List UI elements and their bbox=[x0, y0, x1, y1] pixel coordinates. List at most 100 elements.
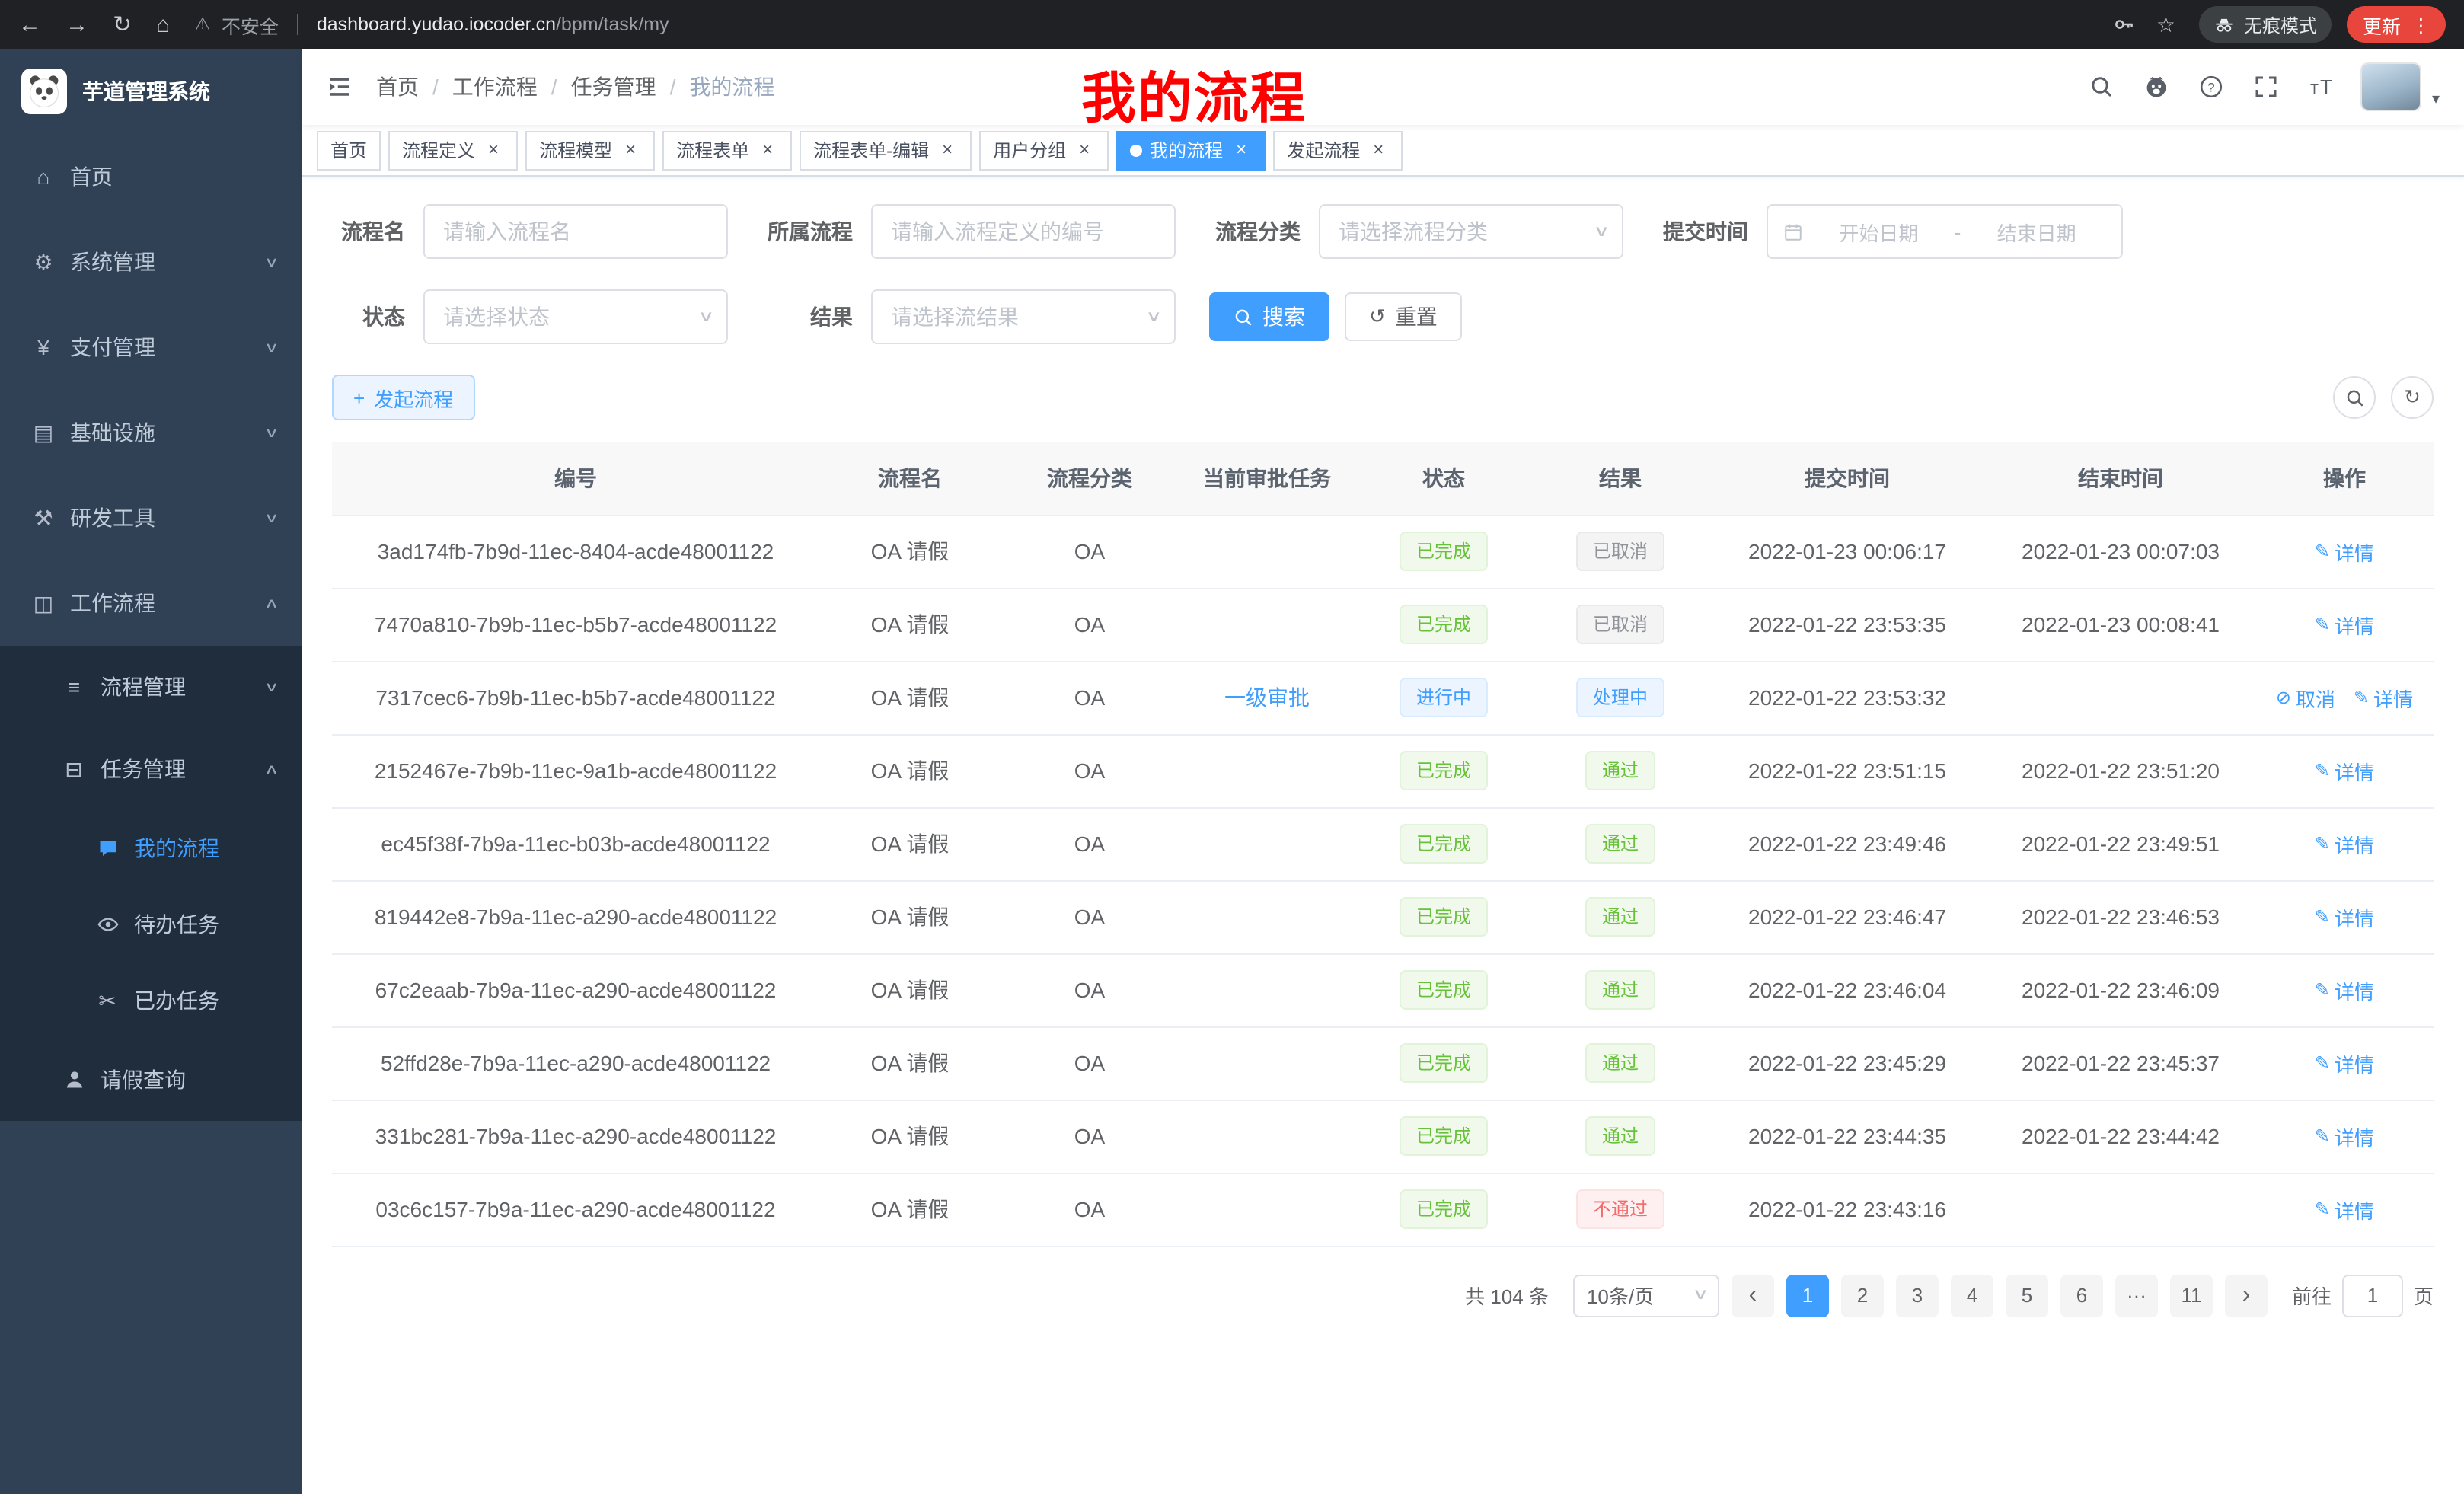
detail-action-link[interactable]: ✎详情 bbox=[2354, 683, 2413, 712]
github-icon[interactable] bbox=[2143, 72, 2172, 101]
update-button[interactable]: 更新 ⋮ bbox=[2348, 6, 2446, 43]
goto-page-input[interactable] bbox=[2342, 1274, 2403, 1317]
search-icon bbox=[2344, 388, 2364, 407]
pager-ellipsis[interactable]: ··· bbox=[2115, 1274, 2158, 1317]
detail-action-link[interactable]: ✎详情 bbox=[2315, 610, 2374, 639]
process-name-input[interactable] bbox=[423, 204, 728, 259]
tab-close-icon[interactable]: × bbox=[937, 139, 958, 161]
start-process-button[interactable]: + 发起流程 bbox=[332, 375, 474, 420]
process-definition-input[interactable] bbox=[871, 204, 1176, 259]
row-actions: ⊘取消 ✎详情 bbox=[2255, 661, 2434, 734]
detail-action-link[interactable]: ✎详情 bbox=[2315, 975, 2374, 1004]
status-select[interactable]: 请选择状态 ∨ bbox=[423, 289, 728, 344]
tab-用户分组[interactable]: 用户分组× bbox=[979, 130, 1109, 170]
sidebar-item-6[interactable]: ◫工作流程∧ bbox=[0, 560, 302, 646]
sidebar-item-8[interactable]: ⊟任务管理∧ bbox=[0, 728, 302, 810]
address-bar[interactable]: ⚠ 不安全 dashboard.yudao.iocoder.cn/bpm/tas… bbox=[194, 10, 2175, 39]
prev-page-button[interactable]: ‹ bbox=[1732, 1274, 1774, 1317]
cancel-action-link[interactable]: ⊘取消 bbox=[2276, 683, 2335, 712]
tab-首页[interactable]: 首页 bbox=[317, 130, 381, 170]
tab-close-icon[interactable]: × bbox=[757, 139, 778, 161]
page-button-11[interactable]: 11 bbox=[2170, 1274, 2213, 1317]
refresh-button[interactable]: ↻ bbox=[2391, 376, 2434, 419]
detail-action-link[interactable]: ✎详情 bbox=[2315, 537, 2374, 566]
tab-close-icon[interactable]: × bbox=[1368, 139, 1389, 161]
submit-time-range-picker[interactable]: 开始日期 - 结束日期 bbox=[1767, 204, 2123, 259]
detail-action-link[interactable]: ✎详情 bbox=[2315, 756, 2374, 785]
hamburger-icon[interactable] bbox=[326, 73, 353, 101]
sidebar-item-12[interactable]: 请假查询 bbox=[0, 1039, 302, 1121]
table-row: 331bc281-7b9a-11ec-a290-acde48001122OA 请… bbox=[332, 1100, 2434, 1173]
tab-流程表单[interactable]: 流程表单× bbox=[662, 130, 792, 170]
sidebar-item-2[interactable]: ⚙系统管理∨ bbox=[0, 219, 302, 305]
fullscreen-icon[interactable] bbox=[2252, 72, 2281, 101]
detail-action-link[interactable]: ✎详情 bbox=[2315, 829, 2374, 858]
tab-close-icon[interactable]: × bbox=[1074, 139, 1095, 161]
sidebar-item-3[interactable]: ¥支付管理∨ bbox=[0, 305, 302, 390]
sidebar-item-1[interactable]: ⌂首页 bbox=[0, 134, 302, 219]
font-size-icon[interactable]: TT bbox=[2307, 72, 2336, 101]
reset-button[interactable]: ↺ 重置 bbox=[1345, 292, 1462, 341]
category-field: 流程分类 请选择流程分类 ∨ bbox=[1209, 204, 1623, 259]
reload-icon[interactable]: ↻ bbox=[113, 11, 132, 38]
tab-close-icon[interactable]: × bbox=[620, 139, 641, 161]
edit-icon: ✎ bbox=[2354, 687, 2369, 708]
avatar[interactable] bbox=[2362, 64, 2420, 110]
category-select[interactable]: 请选择流程分类 ∨ bbox=[1319, 204, 1623, 259]
detail-action-link[interactable]: ✎详情 bbox=[2315, 902, 2374, 931]
tab-label: 流程表单-编辑 bbox=[813, 137, 929, 163]
page-button-4[interactable]: 4 bbox=[1951, 1274, 1993, 1317]
row-end-time bbox=[1986, 1173, 2255, 1246]
kebab-menu-icon[interactable]: ⋮ bbox=[2411, 13, 2430, 36]
breadcrumb-separator: / bbox=[551, 75, 557, 99]
incognito-badge: 无痕模式 bbox=[2200, 6, 2332, 43]
tab-流程模型[interactable]: 流程模型× bbox=[525, 130, 655, 170]
next-page-button[interactable]: › bbox=[2225, 1274, 2268, 1317]
detail-action-link[interactable]: ✎详情 bbox=[2315, 1195, 2374, 1224]
page-button-1[interactable]: 1 bbox=[1786, 1274, 1829, 1317]
breadcrumb-item[interactable]: 任务管理 bbox=[571, 72, 656, 102]
sidebar-item-5[interactable]: ⚒研发工具∨ bbox=[0, 475, 302, 560]
tab-close-icon[interactable]: × bbox=[1230, 139, 1252, 161]
search-icon[interactable] bbox=[2088, 72, 2117, 101]
back-icon[interactable]: ← bbox=[18, 11, 41, 37]
tab-close-icon[interactable]: × bbox=[483, 139, 504, 161]
search-button[interactable]: 搜索 bbox=[1209, 292, 1329, 341]
page-button-3[interactable]: 3 bbox=[1896, 1274, 1939, 1317]
detail-action-link[interactable]: ✎详情 bbox=[2315, 1049, 2374, 1077]
result-select[interactable]: 请选择流结果 ∨ bbox=[871, 289, 1176, 344]
detail-action-link[interactable]: ✎详情 bbox=[2315, 1122, 2374, 1151]
page-button-6[interactable]: 6 bbox=[2060, 1274, 2103, 1317]
detail-action-label: 详情 bbox=[2335, 975, 2374, 1004]
sidebar-item-11[interactable]: ✂已办任务 bbox=[0, 962, 302, 1039]
sidebar-item-9[interactable]: 我的流程 bbox=[0, 810, 302, 886]
tab-流程表单-编辑[interactable]: 流程表单-编辑 × bbox=[800, 130, 972, 170]
sidebar-item-10[interactable]: 待办任务 bbox=[0, 886, 302, 962]
forward-icon[interactable]: → bbox=[65, 11, 88, 37]
filter-row-1: 流程名 所属流程 流程分类 请选择流程分类 ∨ bbox=[332, 204, 2434, 259]
process-name-label: 流程名 bbox=[332, 216, 405, 247]
sidebar-item-4[interactable]: ▤基础设施∨ bbox=[0, 390, 302, 475]
page-button-2[interactable]: 2 bbox=[1841, 1274, 1884, 1317]
star-icon[interactable]: ☆ bbox=[2156, 11, 2175, 37]
row-result: 不通过 bbox=[1532, 1173, 1709, 1246]
page-button-5[interactable]: 5 bbox=[2006, 1274, 2048, 1317]
tab-发起流程[interactable]: 发起流程× bbox=[1273, 130, 1403, 170]
tab-我的流程[interactable]: 我的流程× bbox=[1116, 130, 1266, 170]
row-category: OA bbox=[1001, 807, 1179, 880]
chevron-down-icon[interactable]: ▾ bbox=[2432, 91, 2440, 108]
breadcrumb-item[interactable]: 工作流程 bbox=[452, 72, 538, 102]
table-row: 67c2eaab-7b9a-11ec-a290-acde48001122OA 请… bbox=[332, 953, 2434, 1026]
page-size-select[interactable]: 10条/页 ∨ bbox=[1573, 1274, 1719, 1317]
row-category: OA bbox=[1001, 880, 1179, 953]
tab-流程定义[interactable]: 流程定义× bbox=[388, 130, 518, 170]
sidebar-item-7[interactable]: ≡流程管理∨ bbox=[0, 646, 302, 728]
browser-home-icon[interactable]: ⌂ bbox=[156, 11, 170, 37]
help-icon[interactable]: ? bbox=[2197, 72, 2226, 101]
toggle-search-button[interactable] bbox=[2333, 376, 2376, 419]
sidebar: 芋道管理系统 ⌂首页⚙系统管理∨¥支付管理∨▤基础设施∨⚒研发工具∨◫工作流程∧… bbox=[0, 49, 302, 1494]
current-task-link[interactable]: 一级审批 bbox=[1224, 685, 1310, 710]
sidebar-item-label: 基础设施 bbox=[70, 417, 155, 448]
key-icon[interactable] bbox=[2114, 14, 2135, 35]
breadcrumb-item[interactable]: 首页 bbox=[376, 72, 419, 102]
